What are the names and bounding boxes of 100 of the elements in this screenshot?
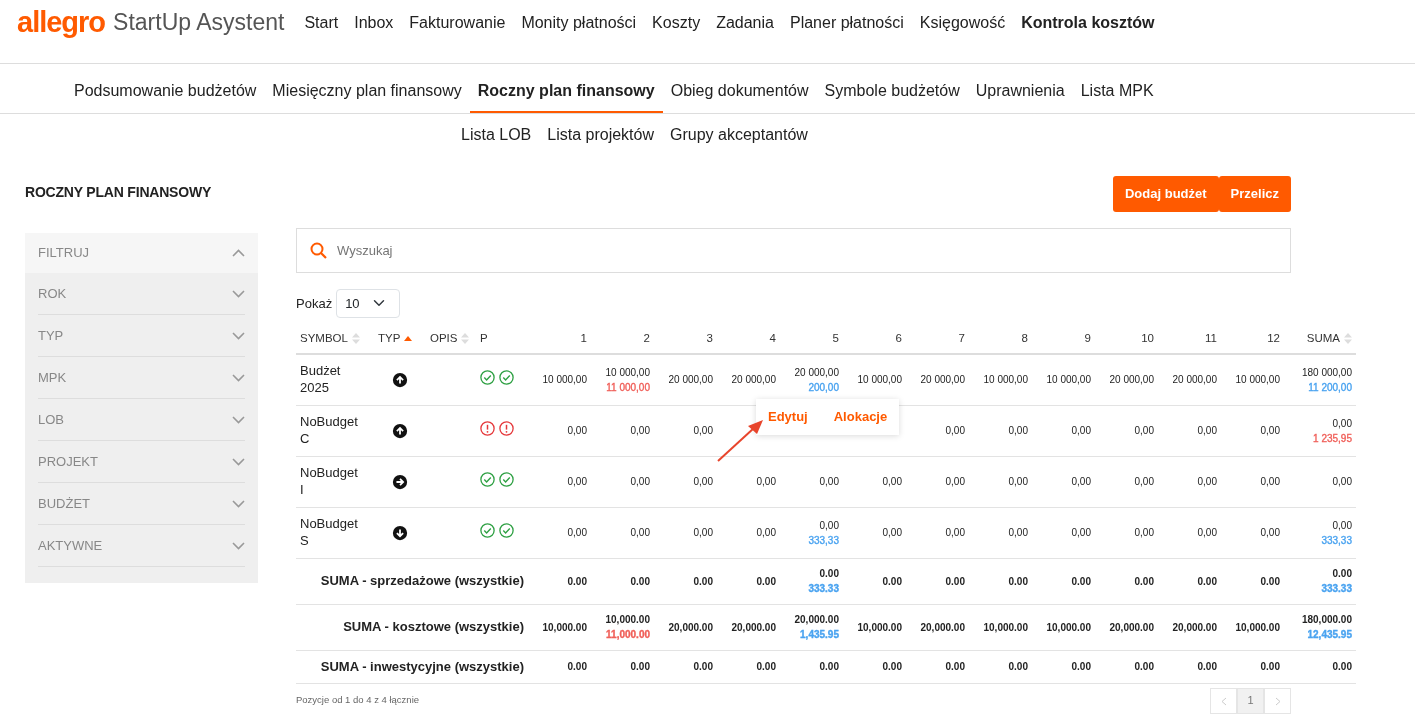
nav-link[interactable]: Start <box>296 10 347 35</box>
column-header[interactable]: TYP <box>378 329 413 348</box>
nav-link[interactable]: Monity płatności <box>513 10 645 35</box>
column-header[interactable]: SYMBOL <box>300 329 360 348</box>
column-header[interactable]: SUMA <box>1306 329 1352 348</box>
table-cell-text: 10 000,00 <box>982 373 1028 388</box>
table-cell-text: 0,00 <box>1007 526 1028 540</box>
table-cell-text: 20,000.00 <box>730 620 776 635</box>
column-header: 5 <box>832 330 839 346</box>
search-field[interactable]: Wyszukaj <box>296 227 1291 273</box>
table-cell-text: 10,000.00 <box>1234 620 1280 635</box>
product-name: StartUp Asystent <box>113 8 285 38</box>
tab[interactable]: Symbole budżetów <box>816 69 968 113</box>
table-cell-text: 10,000.00 <box>541 620 587 635</box>
table-cell-text: 333.33 <box>807 582 839 596</box>
table-cell-text: 11 200,00 <box>1307 380 1352 395</box>
nav-link[interactable]: Koszty <box>644 10 709 35</box>
table-cell-text: 0.00 <box>692 660 713 674</box>
table-cell-text: 20,000.00 <box>1108 620 1154 635</box>
table-cell-text: 0,00 <box>1007 475 1028 489</box>
table-cell-text: 0,00 <box>629 526 650 540</box>
table-cell-text: 0,00 <box>1007 424 1028 438</box>
table-cell-text: 0.00 <box>1196 574 1217 589</box>
nav-link[interactable]: Planer płatności <box>781 10 912 35</box>
budget-symbol[interactable]: NoBudget I <box>300 464 362 499</box>
tab[interactable]: Lista MPK <box>1072 69 1162 113</box>
table-cell-text: 10,000.00 <box>982 620 1028 635</box>
table-cell-text: 0,00 <box>692 526 713 540</box>
total-label: SUMA - sprzedażowe (wszystkie) <box>320 573 524 589</box>
table-cell-text: 0,00 <box>1196 475 1217 489</box>
tab[interactable]: Miesięczny plan finansowy <box>264 69 470 113</box>
column-header: 11 <box>1205 330 1217 346</box>
column-header: 1 <box>580 330 587 346</box>
table-cell-text: 0,00 <box>818 475 839 489</box>
tab[interactable]: Obieg dokumentów <box>662 69 817 113</box>
page-button[interactable]: 1 <box>1237 687 1264 714</box>
page-title: ROCZNY PLAN FINANSOWY <box>25 183 213 202</box>
table-cell-text: 0,00 <box>944 424 965 438</box>
table-cell-text: 0,00 <box>1070 526 1091 540</box>
tab[interactable]: Lista projektów <box>539 113 662 157</box>
table-cell-text: 10,000.00 <box>1045 620 1091 635</box>
table-cell-text: 10 000,00 <box>604 365 650 380</box>
total-label: SUMA - kosztowe (wszystkie) <box>343 619 524 635</box>
column-header: 12 <box>1267 330 1280 346</box>
table-cell-text: 20 000,00 <box>667 373 713 388</box>
table-cell-text: 0,00 <box>566 526 587 540</box>
tab[interactable]: Podsumowanie budżetów <box>66 69 265 113</box>
table-cell-text: 10 000,00 <box>856 373 902 388</box>
budget-symbol[interactable]: NoBudget C <box>300 413 362 448</box>
table-cell-text: 0,00 <box>1133 526 1154 540</box>
table-cell-text: 0,00 <box>944 526 965 540</box>
table-cell-text: 10 000,00 <box>1234 373 1280 388</box>
table-cell-text: 0,00 <box>755 475 776 489</box>
column-header: 6 <box>895 330 902 346</box>
column-header: 7 <box>958 330 965 346</box>
table-cell-text: 20 000,00 <box>1108 373 1154 388</box>
tab[interactable]: Uprawnienia <box>967 69 1073 113</box>
column-header: P <box>480 330 488 346</box>
table-cell-text: 10 000,00 <box>541 373 587 388</box>
table-cell-text: 0.00 <box>1007 574 1028 589</box>
table-cell-text: 0,00 <box>881 526 902 540</box>
table-cell-text: 0,00 <box>1259 424 1280 438</box>
budget-symbol[interactable]: NoBudget S <box>300 515 362 550</box>
tab[interactable]: Roczny plan finansowy <box>469 69 663 113</box>
column-header: 4 <box>769 330 776 346</box>
budget-symbol[interactable]: Budżet 2025 <box>300 362 362 397</box>
table-cell-text: 180 000,00 <box>1300 365 1352 380</box>
table-cell-text: 11,000.00 <box>605 628 650 642</box>
table-cell-text: 180,000.00 <box>1300 613 1352 627</box>
table-cell-text: 0,00 <box>1196 526 1217 540</box>
table-cell-text: 0.00 <box>818 660 839 674</box>
table-cell-text: 0,00 <box>1070 424 1091 438</box>
table-cell-text: 1,435.95 <box>799 628 839 642</box>
table-cell-text: 333,33 <box>807 533 839 548</box>
table-cell-text: 20 000,00 <box>1171 373 1217 388</box>
table-cell-text: 200,00 <box>807 380 839 395</box>
column-header: 3 <box>706 330 713 346</box>
table-cell-text: 10 000,00 <box>1045 373 1091 388</box>
nav-link[interactable]: Księgowość <box>911 10 1014 35</box>
table-cell-text: 0,00 <box>629 424 650 438</box>
table-cell-text: 0.00 <box>1259 660 1280 674</box>
table-cell-text: 0,00 <box>566 424 587 438</box>
table-cell-text: 20 000,00 <box>919 373 965 388</box>
nav-link[interactable]: Inbox <box>346 10 402 35</box>
tab[interactable]: Grupy akceptantów <box>662 113 816 157</box>
total-label: SUMA - inwestycyjne (wszystkie) <box>320 658 524 674</box>
page-size-select[interactable]: 10 <box>336 288 401 318</box>
nav-link[interactable]: Fakturowanie <box>401 10 514 35</box>
table-cell-text: 11 000,00 <box>605 380 650 395</box>
column-header: 8 <box>1021 330 1028 346</box>
table-cell-text: 0,00 <box>566 475 587 489</box>
table-cell-text: 0.00 <box>1196 660 1217 674</box>
nav-link[interactable]: Kontrola kosztów <box>1013 10 1163 35</box>
tab[interactable]: Lista LOB <box>453 113 540 157</box>
table-cell-text: 0,00 <box>629 475 650 489</box>
table-cell-text: 20,000.00 <box>793 613 839 627</box>
column-header: 2 <box>643 330 650 346</box>
table-cell-text: 0,00 <box>1331 475 1352 489</box>
column-header[interactable]: OPIS <box>430 329 470 348</box>
nav-link[interactable]: Zadania <box>708 10 782 35</box>
